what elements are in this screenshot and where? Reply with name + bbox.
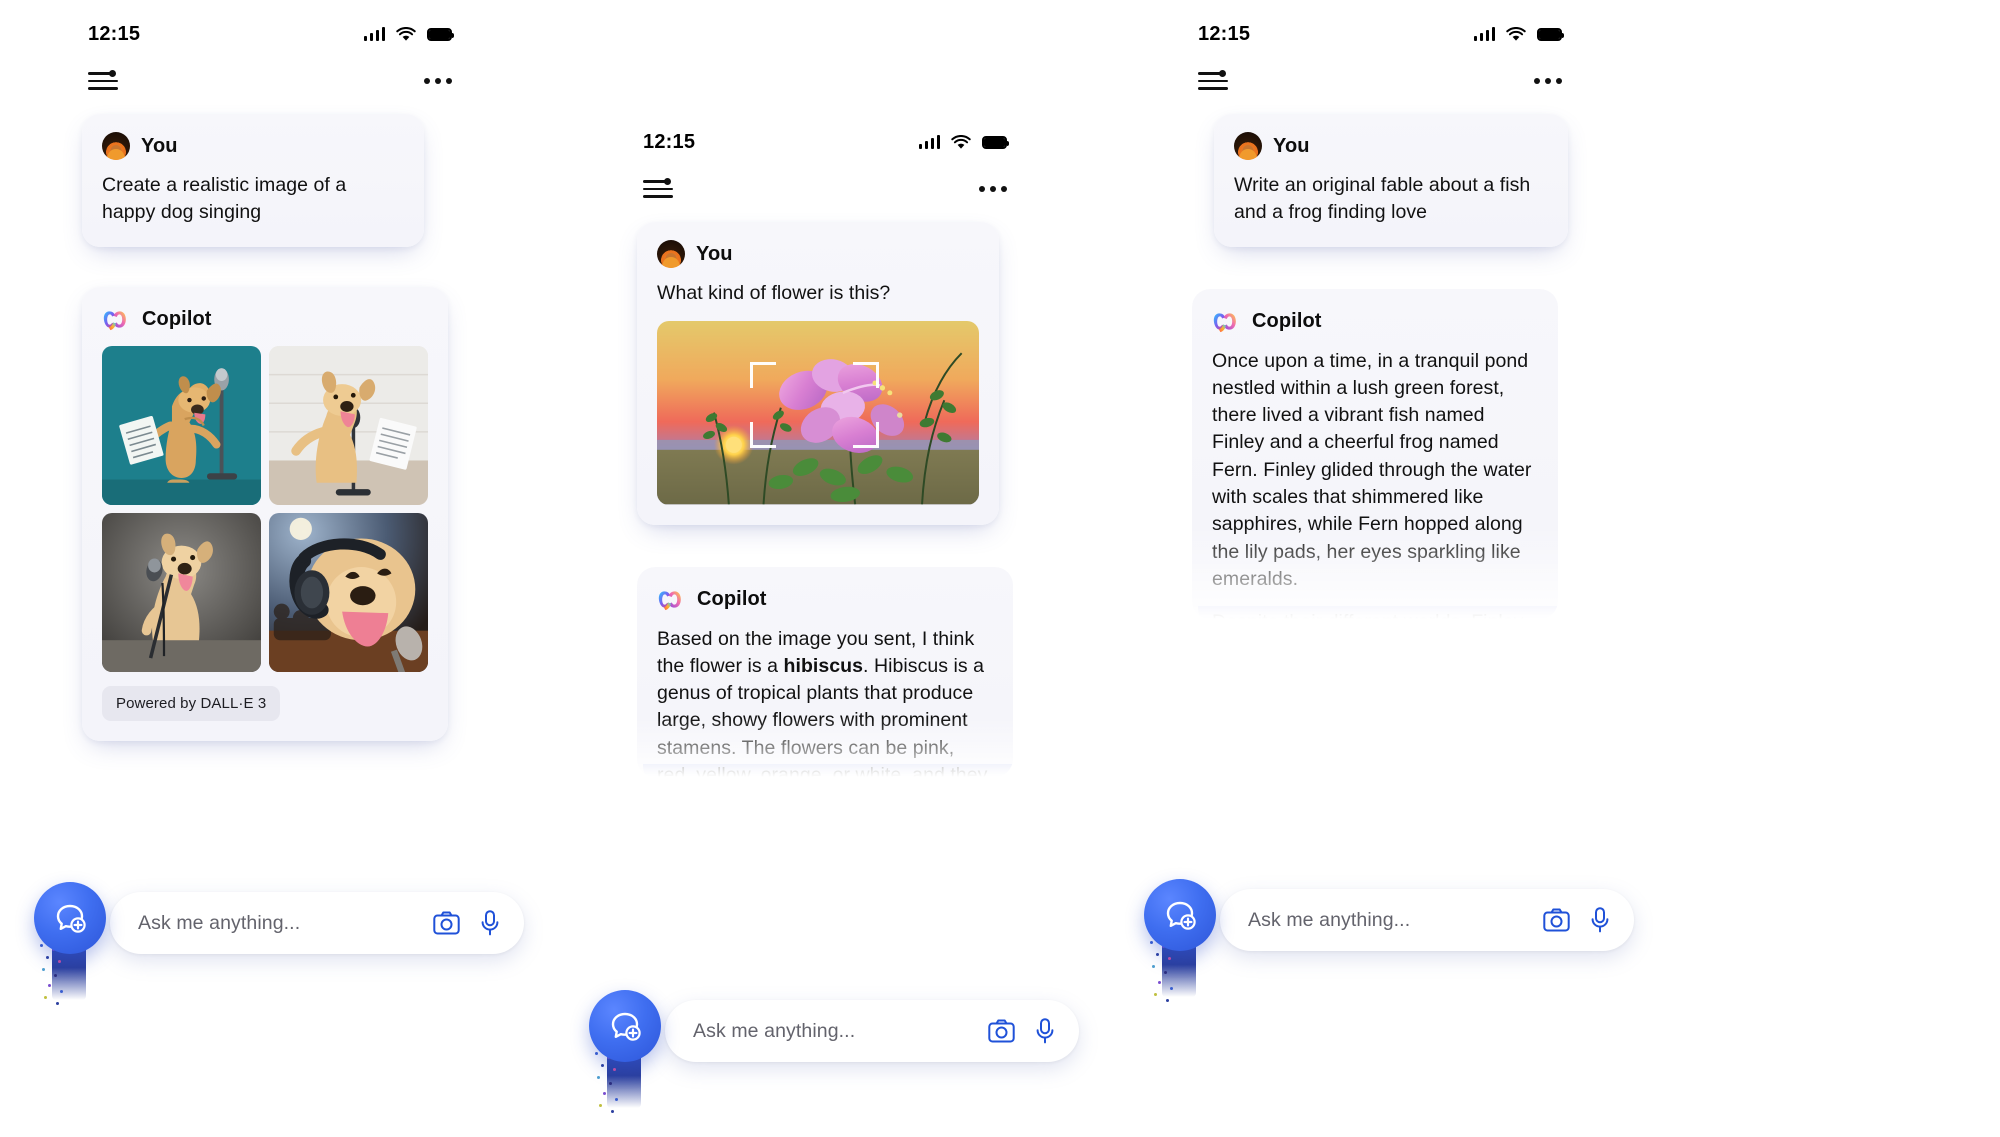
message-header: Copilot <box>102 305 428 334</box>
more-options-icon[interactable] <box>979 186 1007 192</box>
user-message-text: Create a realistic image of a happy dog … <box>102 174 347 224</box>
status-icon-group <box>918 134 1009 150</box>
status-bar: 12:15 <box>615 108 1035 154</box>
microphone-icon[interactable] <box>1035 1018 1055 1044</box>
message-input-bar[interactable]: Ask me anything... <box>110 892 524 954</box>
message-input-bar[interactable]: Ask me anything... <box>1220 889 1634 951</box>
assistant-message-bubble: Copilot Powered by DALL·E 3 <box>82 286 456 750</box>
sender-name: You <box>696 242 733 265</box>
generated-image-1[interactable] <box>102 345 261 505</box>
attribution-badge: Powered by DALL·E 3 <box>102 685 281 721</box>
status-clock: 12:15 <box>643 130 696 153</box>
message-header: Copilot <box>657 585 993 614</box>
status-clock: 12:15 <box>88 22 141 45</box>
sender-name: Copilot <box>697 587 767 610</box>
assistant-message-bubble: Copilot Based on the image you sent, I t… <box>637 566 1013 777</box>
more-options-icon[interactable] <box>1534 78 1562 84</box>
new-chat-fab-wrapper <box>1134 877 1220 1002</box>
sender-name: You <box>1273 134 1310 157</box>
screenshot-canvas: 12:15 You Create a realistic image of a … <box>0 0 2000 1137</box>
phone-screen-image-generation: 12:15 You Create a realistic image of a … <box>34 0 524 1005</box>
camera-icon[interactable] <box>988 1019 1015 1043</box>
phone-screen-creative-writing: 12:15 You Write an original fable about … <box>1144 0 1634 1002</box>
user-message-text: What kind of flower is this? <box>657 282 891 304</box>
composer-bar: Ask me anything... <box>1134 877 1634 1002</box>
copilot-logo-icon <box>102 305 131 334</box>
composer-bar: Ask me anything... <box>579 988 1079 1113</box>
chat-thread: You Write an original fable about a fish… <box>1170 100 1590 619</box>
status-bar: 12:15 <box>60 0 480 46</box>
copilot-logo-icon <box>657 585 686 614</box>
wifi-icon <box>1506 26 1526 42</box>
user-attached-photo[interactable] <box>657 321 979 505</box>
nav-bar <box>1170 46 1590 100</box>
battery-full-icon <box>1537 27 1564 41</box>
generated-image-3[interactable] <box>102 512 261 672</box>
generated-image-grid <box>102 345 428 672</box>
avatar <box>1234 132 1262 160</box>
new-chat-fab-wrapper <box>579 988 665 1113</box>
sidebar-menu-icon[interactable] <box>643 178 673 200</box>
user-message-text: Write an original fable about a fish and… <box>1234 174 1531 224</box>
sender-name: You <box>141 134 178 157</box>
new-chat-bubble-icon[interactable] <box>1144 879 1216 951</box>
user-message-bubble: You Create a realistic image of a happy … <box>82 114 432 256</box>
user-message-bubble: You Write an original fable about a fish… <box>1214 114 1576 256</box>
message-header: You <box>657 240 979 268</box>
message-header: Copilot <box>1212 307 1538 336</box>
microphone-icon[interactable] <box>1590 907 1610 933</box>
assistant-text-highlight: hibiscus <box>783 654 864 677</box>
avatar <box>102 132 130 160</box>
message-input-placeholder[interactable]: Ask me anything... <box>138 912 417 935</box>
message-input-placeholder[interactable]: Ask me anything... <box>693 1020 972 1043</box>
status-clock: 12:15 <box>1198 22 1251 45</box>
status-icon-group <box>1473 26 1564 42</box>
nav-bar <box>615 154 1035 208</box>
message-input-bar[interactable]: Ask me anything... <box>665 1000 1079 1062</box>
chat-thread: You What kind of flower is this? Copilot… <box>615 208 1035 777</box>
microphone-icon[interactable] <box>480 910 500 936</box>
new-chat-bubble-icon[interactable] <box>34 882 106 954</box>
status-icon-group <box>363 26 454 42</box>
cellular-signal-icon <box>918 135 940 149</box>
sidebar-menu-icon[interactable] <box>1198 70 1228 92</box>
message-header: You <box>1234 132 1548 160</box>
status-bar: 12:15 <box>1170 0 1590 46</box>
user-message-bubble: You What kind of flower is this? <box>637 222 1007 534</box>
cellular-signal-icon <box>1473 27 1495 41</box>
composer-bar: Ask me anything... <box>24 880 524 1005</box>
chat-thread: You Create a realistic image of a happy … <box>60 100 480 750</box>
message-input-placeholder[interactable]: Ask me anything... <box>1248 909 1527 932</box>
image-focus-reticle <box>750 361 880 448</box>
battery-full-icon <box>982 135 1009 149</box>
battery-full-icon <box>427 27 454 41</box>
avatar <box>657 240 685 268</box>
new-chat-bubble-icon[interactable] <box>589 990 661 1062</box>
assistant-message-bubble: Copilot Once upon a time, in a tranquil … <box>1192 288 1558 619</box>
phone-screen-image-understanding: 12:15 You What kind of flower is this? C… <box>589 108 1079 1113</box>
camera-icon[interactable] <box>433 911 460 935</box>
copilot-logo-icon <box>1212 307 1241 336</box>
generated-image-2[interactable] <box>269 345 428 505</box>
wifi-icon <box>396 26 416 42</box>
assistant-message-text: Once upon a time, in a tranquil pond nes… <box>1212 348 1538 619</box>
assistant-message-text: Based on the image you sent, I think the… <box>657 626 993 777</box>
camera-icon[interactable] <box>1543 908 1570 932</box>
sender-name: Copilot <box>1252 309 1322 332</box>
wifi-icon <box>951 134 971 150</box>
sender-name: Copilot <box>142 307 212 330</box>
cellular-signal-icon <box>363 27 385 41</box>
fable-paragraph-1: Once upon a time, in a tranquil pond nes… <box>1212 349 1532 590</box>
generated-image-4[interactable] <box>269 512 428 672</box>
sidebar-menu-icon[interactable] <box>88 70 118 92</box>
new-chat-fab-wrapper <box>24 880 110 1005</box>
fable-paragraph-2: Despite their different worlds, Finley a… <box>1212 609 1538 618</box>
message-header: You <box>102 132 404 160</box>
more-options-icon[interactable] <box>424 78 452 84</box>
nav-bar <box>60 46 480 100</box>
